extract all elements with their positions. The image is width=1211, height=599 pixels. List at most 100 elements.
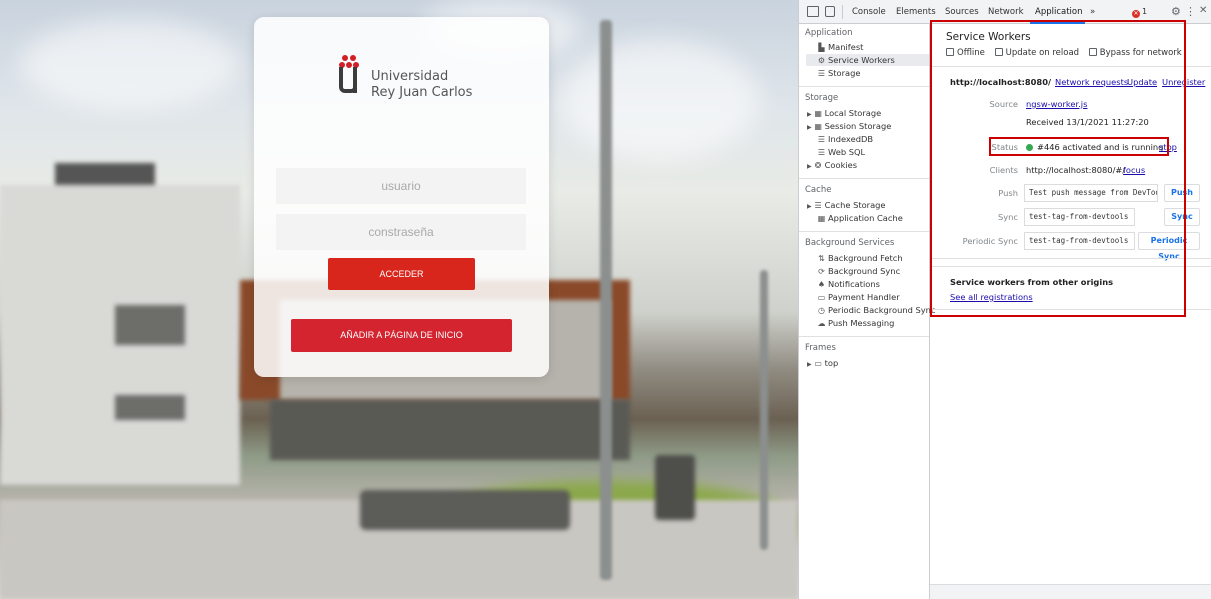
- horizontal-scrollbar[interactable]: [930, 584, 1211, 599]
- error-icon: ✕: [1132, 10, 1140, 18]
- database-icon: ☰: [817, 69, 826, 78]
- sidebar-item-label: Background Fetch: [828, 253, 903, 263]
- sidebar-item-notifications[interactable]: ♠ Notifications: [817, 278, 880, 290]
- sidebar-section-cache: Cache: [805, 185, 832, 195]
- sidebar-item-label: Notifications: [828, 279, 880, 289]
- sidebar-item-session-storage[interactable]: ▶ ▦ Session Storage: [807, 120, 891, 132]
- login-card: Universidad Rey Juan Carlos usuario cons…: [254, 17, 549, 377]
- sidebar-item-background-fetch[interactable]: ⇅ Background Fetch: [817, 252, 903, 264]
- password-input[interactable]: constraseña: [276, 214, 526, 250]
- sidebar-item-web-sql[interactable]: ☰ Web SQL: [817, 146, 865, 158]
- sidebar-section-application: Application: [805, 28, 853, 38]
- sidebar-divider: [799, 231, 929, 232]
- login-button[interactable]: ACCEDER: [328, 258, 475, 290]
- sidebar-item-label: Payment Handler: [828, 292, 900, 302]
- tab-application[interactable]: Application: [1035, 7, 1083, 17]
- expand-arrow-icon[interactable]: ▶: [807, 361, 812, 368]
- sidebar-item-storage-overview[interactable]: ☰ Storage: [817, 67, 861, 79]
- sidebar-item-service-workers[interactable]: ⚙ Service Workers: [806, 54, 929, 66]
- cloud: [20, 20, 240, 110]
- building-ground-floor: [270, 400, 630, 460]
- lamp-post: [600, 20, 612, 580]
- sidebar-item-cookies[interactable]: ▶ ❂ Cookies: [807, 159, 857, 171]
- settings-gear-icon[interactable]: ⚙: [1171, 5, 1181, 18]
- bench: [360, 490, 570, 530]
- grid-icon: ▦: [814, 109, 822, 118]
- devtools-panel: Console Elements Sources Network Applica…: [798, 0, 1211, 599]
- sidebar-item-background-sync[interactable]: ⟳ Background Sync: [817, 265, 900, 277]
- fetch-arrows-icon: ⇅: [818, 254, 825, 263]
- frame-icon: ▭: [814, 359, 822, 368]
- sidebar-item-frame-top[interactable]: ▶ ▭ top: [807, 357, 838, 369]
- application-sidebar: Application ▙ Manifest ⚙ Service Workers ☰…: [799, 24, 936, 599]
- gear-icon: ⚙: [817, 56, 826, 65]
- sidebar-item-label: top: [824, 358, 839, 368]
- sync-icon: ⟳: [818, 267, 825, 276]
- sidebar-item-periodic-background-sync[interactable]: ◷ Periodic Background Sync: [817, 304, 936, 316]
- error-counter[interactable]: ✕ 1: [1129, 6, 1150, 18]
- sidebar-item-label: Storage: [828, 68, 861, 78]
- logo-u-glyph: [339, 67, 357, 93]
- sidebar-item-label: Push Messaging: [828, 318, 895, 328]
- sidebar-item-label: Web SQL: [828, 147, 866, 157]
- sidebar-item-local-storage[interactable]: ▶ ▦ Local Storage: [807, 107, 881, 119]
- sidebar-item-application-cache[interactable]: ▦ Application Cache: [817, 212, 903, 224]
- sidebar-item-label: Periodic Background Sync: [828, 305, 936, 315]
- sidebar-section-storage: Storage: [805, 93, 839, 103]
- logo-line-2: Rey Juan Carlos: [371, 85, 473, 100]
- toolbar-divider: [842, 5, 843, 19]
- sidebar-divider: [799, 336, 929, 337]
- annotation-highlight-status: [989, 137, 1169, 156]
- cloud: [560, 40, 760, 160]
- more-tabs-button[interactable]: »: [1090, 7, 1095, 17]
- sidebar-item-cache-storage[interactable]: ▶ ☰ Cache Storage: [807, 199, 886, 211]
- sidebar-item-payment-handler[interactable]: ▭ Payment Handler: [817, 291, 900, 303]
- trash-bin: [655, 455, 695, 520]
- sidebar-item-manifest[interactable]: ▙ Manifest: [817, 41, 863, 53]
- page-viewport: Universidad Rey Juan Carlos usuario cons…: [0, 0, 798, 599]
- annotation-highlight-panel: [930, 20, 1186, 317]
- add-to-home-button[interactable]: AÑADIR A PÁGINA DE INICIO: [291, 319, 512, 352]
- sidebar-item-label: Local Storage: [824, 108, 882, 118]
- close-devtools-icon[interactable]: ✕: [1199, 5, 1207, 16]
- tab-console[interactable]: Console: [852, 7, 886, 17]
- sidebar-item-label: Session Storage: [824, 121, 892, 131]
- sidebar-item-label: Manifest: [828, 42, 864, 52]
- device-toolbar-icon[interactable]: [825, 6, 835, 17]
- clock-icon: ◷: [818, 306, 825, 315]
- bell-icon: ♠: [817, 280, 826, 289]
- building-roof-lights: [55, 163, 155, 185]
- username-input[interactable]: usuario: [276, 168, 526, 204]
- sidebar-section-frames: Frames: [805, 343, 836, 353]
- expand-arrow-icon[interactable]: ▶: [807, 111, 812, 118]
- sidebar-divider: [799, 178, 929, 179]
- inspect-element-icon[interactable]: [807, 6, 819, 17]
- expand-arrow-icon[interactable]: ▶: [807, 203, 812, 210]
- sidebar-divider: [799, 86, 929, 87]
- sidebar-item-label: Service Workers: [828, 55, 895, 65]
- database-icon: ☰: [817, 148, 826, 157]
- lamp-post: [760, 270, 768, 550]
- database-icon: ☰: [814, 201, 822, 210]
- grid-icon: ▦: [814, 122, 822, 131]
- more-options-icon[interactable]: ⋮: [1185, 5, 1196, 18]
- building-window: [115, 305, 185, 345]
- cloud-icon: ☁: [817, 319, 826, 328]
- document-icon: ▙: [818, 43, 825, 52]
- university-logo: Universidad Rey Juan Carlos: [339, 55, 489, 115]
- sidebar-item-label: Cache Storage: [824, 200, 886, 210]
- logo-line-1: Universidad: [371, 69, 449, 84]
- credit-card-icon: ▭: [817, 293, 826, 302]
- logo-text: Universidad Rey Juan Carlos: [371, 69, 472, 101]
- sidebar-item-label: Cookies: [824, 160, 858, 170]
- sidebar-item-label: Background Sync: [828, 266, 901, 276]
- sidebar-item-push-messaging[interactable]: ☁ Push Messaging: [817, 317, 895, 329]
- tab-network[interactable]: Network: [988, 7, 1024, 17]
- tab-sources[interactable]: Sources: [945, 7, 979, 17]
- sidebar-item-label: Application Cache: [828, 213, 903, 223]
- expand-arrow-icon[interactable]: ▶: [807, 124, 812, 131]
- building-window: [115, 395, 185, 420]
- sidebar-item-indexeddb[interactable]: ☰ IndexedDB: [817, 133, 873, 145]
- expand-arrow-icon[interactable]: ▶: [807, 163, 812, 170]
- tab-elements[interactable]: Elements: [896, 7, 936, 17]
